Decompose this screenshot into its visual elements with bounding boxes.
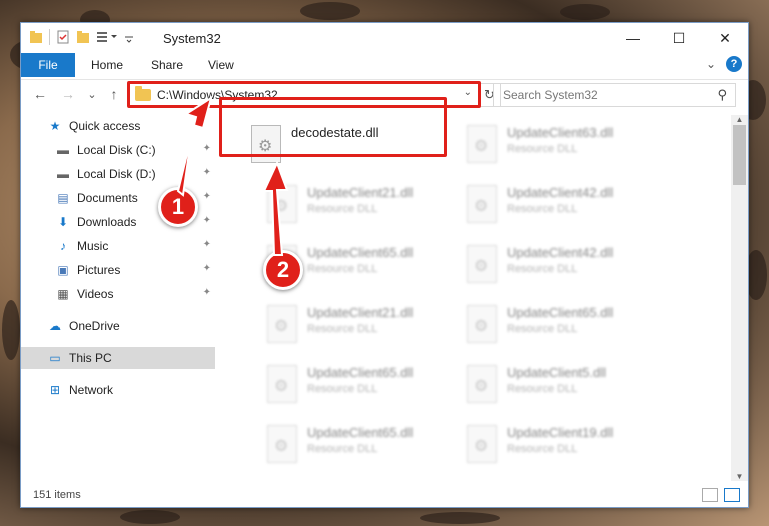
annotation-arrows bbox=[176, 95, 289, 256]
arrow-to-file-icon bbox=[262, 160, 289, 256]
arrow-to-address-icon bbox=[176, 95, 213, 197]
